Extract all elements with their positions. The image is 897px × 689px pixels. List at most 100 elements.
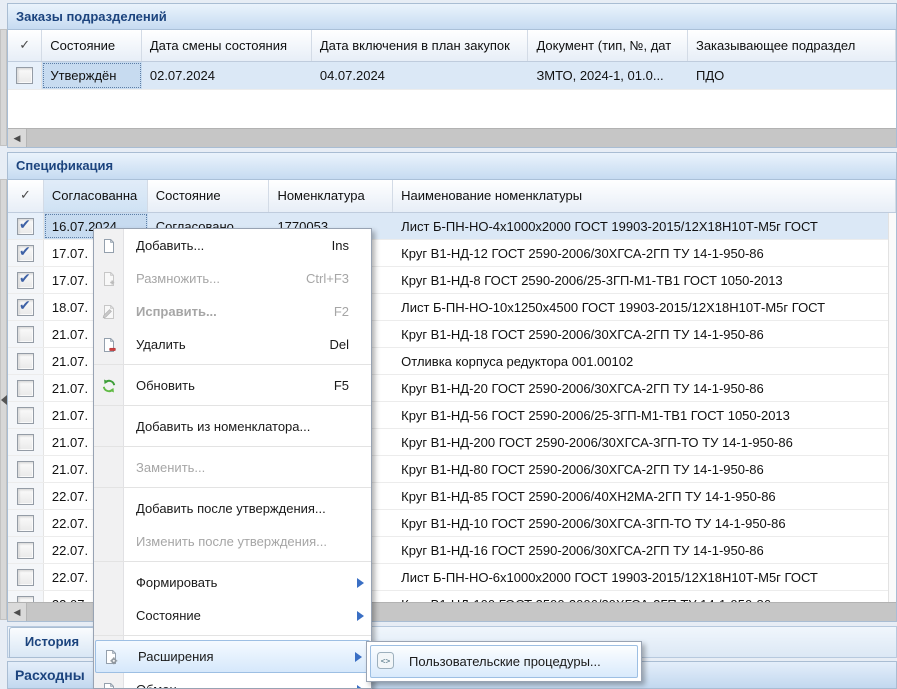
row-checkbox[interactable] xyxy=(8,213,44,239)
column-header[interactable]: Номенклатура xyxy=(269,180,393,212)
cell[interactable]: Круг В1-НД-20 ГОСТ 2590-2006/30ХГСА-2ГП … xyxy=(393,375,896,401)
column-header[interactable]: Состояние xyxy=(42,30,142,61)
cell[interactable]: Круг В1-НД-85 ГОСТ 2590-2006/40ХН2МА-2ГП… xyxy=(393,483,896,509)
checkbox-icon[interactable] xyxy=(17,326,34,343)
orders-grid-rows: Утверждён02.07.202404.07.2024ЗМТО, 2024-… xyxy=(8,62,896,90)
checkbox-icon[interactable] xyxy=(17,218,34,235)
cell[interactable]: Круг В1-НД-8 ГОСТ 2590-2006/25-3ГП-М1-ТВ… xyxy=(393,267,896,293)
orders-panel-title: Заказы подразделений xyxy=(8,4,896,30)
scroll-left-icon[interactable]: ◀ xyxy=(8,603,27,621)
submenu-item[interactable]: <>Пользовательские процедуры... xyxy=(370,645,638,678)
checkbox-icon[interactable] xyxy=(17,461,34,478)
checkbox-icon[interactable] xyxy=(17,272,34,289)
cell[interactable]: Круг В1-НД-56 ГОСТ 2590-2006/25-3ГП-М1-Т… xyxy=(393,402,896,428)
submenu-arrow-icon xyxy=(357,578,364,588)
cell[interactable]: 04.07.2024 xyxy=(312,62,529,89)
menu-item[interactable]: Состояние xyxy=(94,599,371,632)
menu-item[interactable]: УдалитьDel xyxy=(94,328,371,361)
checkbox-icon[interactable] xyxy=(17,488,34,505)
cell[interactable]: Круг В1-НД-200 ГОСТ 2590-2006/30ХГСА-3ГП… xyxy=(393,429,896,455)
cell[interactable]: Лист Б-ПН-НО-4х1000х2000 ГОСТ 19903-2015… xyxy=(393,213,896,239)
select-all-check-icon[interactable]: ✓ xyxy=(8,30,42,61)
row-checkbox[interactable] xyxy=(8,321,44,347)
checkbox-icon[interactable] xyxy=(17,407,34,424)
row-checkbox[interactable] xyxy=(8,564,44,590)
checkbox-icon[interactable] xyxy=(17,380,34,397)
submenu-arrow-icon xyxy=(357,685,364,689)
cell[interactable]: Лист Б-ПН-НО-6х1000х2000 ГОСТ 19903-2015… xyxy=(393,564,896,590)
checkbox-icon[interactable] xyxy=(17,569,34,586)
menu-item-label: Заменить... xyxy=(136,460,205,475)
menu-item[interactable]: ОбновитьF5 xyxy=(94,369,371,402)
menu-item[interactable]: Добавить...Ins xyxy=(94,229,371,262)
menu-item[interactable]: Заменить... xyxy=(94,451,371,484)
row-checkbox[interactable] xyxy=(8,429,44,455)
checkbox-icon[interactable] xyxy=(17,515,34,532)
menu-item[interactable]: Изменить после утверждения... xyxy=(94,525,371,558)
column-header[interactable]: Документ (тип, №, дат xyxy=(528,30,688,61)
checkbox-icon[interactable] xyxy=(16,67,33,84)
cell[interactable]: Круг В1-НД-10 ГОСТ 2590-2006/30ХГСА-3ГП-… xyxy=(393,510,896,536)
row-checkbox[interactable] xyxy=(8,375,44,401)
column-header[interactable]: Заказывающее подраздел xyxy=(688,30,896,61)
menu-shortcut: Ins xyxy=(332,238,349,253)
orders-grid-header[interactable]: ✓СостояниеДата смены состоянияДата включ… xyxy=(8,30,896,62)
spec-grid-header[interactable]: ✓СогласованнаСостояниеНоменклатураНаимен… xyxy=(8,180,896,213)
cell[interactable]: Круг В1-НД-18 ГОСТ 2590-2006/30ХГСА-2ГП … xyxy=(393,321,896,347)
row-checkbox[interactable] xyxy=(8,456,44,482)
orders-hscrollbar[interactable]: ◀ xyxy=(8,128,896,147)
menu-separator xyxy=(94,558,371,566)
orders-left-splitter[interactable] xyxy=(0,29,7,146)
row-checkbox[interactable] xyxy=(8,240,44,266)
scroll-left-icon[interactable]: ◀ xyxy=(8,129,27,147)
row-checkbox[interactable] xyxy=(8,483,44,509)
row-checkbox[interactable] xyxy=(8,537,44,563)
menu-item[interactable]: Обмен xyxy=(94,673,371,689)
cell[interactable]: Круг В1-НД-12 ГОСТ 2590-2006/30ХГСА-2ГП … xyxy=(393,240,896,266)
row-checkbox[interactable] xyxy=(8,402,44,428)
cell[interactable]: Утверждён xyxy=(42,62,142,89)
column-header[interactable]: Состояние xyxy=(148,180,270,212)
spec-left-splitter[interactable] xyxy=(0,179,7,620)
tab-history[interactable]: История xyxy=(9,627,95,658)
column-header[interactable]: Согласованна xyxy=(44,180,148,212)
table-row[interactable]: Утверждён02.07.202404.07.2024ЗМТО, 2024-… xyxy=(8,62,896,90)
cell[interactable]: Круг В1-НД-16 ГОСТ 2590-2006/30ХГСА-2ГП … xyxy=(393,537,896,563)
row-checkbox[interactable] xyxy=(8,510,44,536)
extensions-submenu: <>Пользовательские процедуры... xyxy=(366,641,642,682)
checkbox-icon[interactable] xyxy=(17,245,34,262)
cell[interactable]: Лист Б-ПН-НО-10х1250х4500 ГОСТ 19903-201… xyxy=(393,294,896,320)
cell[interactable]: 02.07.2024 xyxy=(142,62,312,89)
cell[interactable]: ЗМТО, 2024-1, 01.0... xyxy=(528,62,688,89)
row-checkbox[interactable] xyxy=(8,348,44,374)
column-header[interactable]: Наименование номенклатуры xyxy=(393,180,896,212)
column-header[interactable]: Дата смены состояния xyxy=(142,30,312,61)
select-all-check-icon[interactable]: ✓ xyxy=(8,180,44,212)
menu-item[interactable]: Формировать xyxy=(94,566,371,599)
checkbox-icon[interactable] xyxy=(17,299,34,316)
menu-item[interactable]: Исправить...F2 xyxy=(94,295,371,328)
add-document-icon xyxy=(94,238,123,254)
cell[interactable]: Круг В1-НД-80 ГОСТ 2590-2006/30ХГСА-2ГП … xyxy=(393,456,896,482)
menu-item[interactable]: Добавить после утверждения... xyxy=(94,492,371,525)
row-checkbox[interactable] xyxy=(8,62,42,89)
refresh-icon xyxy=(94,378,123,394)
column-header[interactable]: Дата включения в план закупок xyxy=(312,30,529,61)
spec-vscrollbar[interactable] xyxy=(888,213,896,603)
menu-shortcut: Ctrl+F3 xyxy=(306,271,349,286)
checkbox-icon[interactable] xyxy=(17,434,34,451)
cell[interactable]: Отливка корпуса редуктора 001.00102 xyxy=(393,348,896,374)
row-checkbox[interactable] xyxy=(8,267,44,293)
checkbox-icon[interactable] xyxy=(17,353,34,370)
menu-item-label: Состояние xyxy=(136,608,201,623)
delete-document-icon xyxy=(94,337,123,353)
cell[interactable]: ПДО xyxy=(688,62,896,89)
menu-separator xyxy=(94,402,371,410)
checkbox-icon[interactable] xyxy=(17,542,34,559)
menu-item[interactable]: Размножить...Ctrl+F3 xyxy=(94,262,371,295)
row-checkbox[interactable] xyxy=(8,294,44,320)
menu-shortcut: F5 xyxy=(334,378,349,393)
menu-item[interactable]: Расширения xyxy=(95,640,370,673)
menu-item[interactable]: Добавить из номенклатора... xyxy=(94,410,371,443)
menu-separator xyxy=(94,361,371,369)
